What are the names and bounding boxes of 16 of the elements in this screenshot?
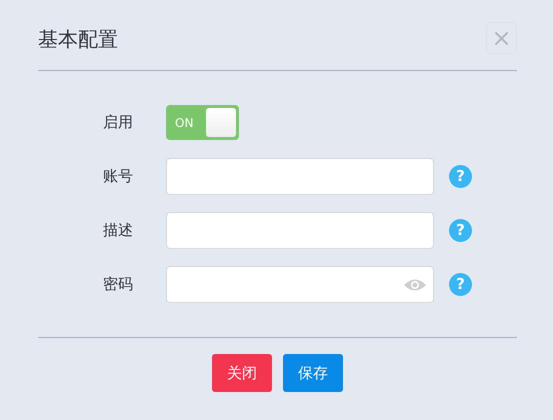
- field-label: 账号: [102, 167, 133, 186]
- field-label: 描述: [102, 221, 133, 240]
- field-label: 密码: [102, 275, 133, 294]
- password-field[interactable]: [166, 266, 434, 303]
- help-icon[interactable]: ?: [449, 219, 472, 242]
- eye-icon[interactable]: [403, 278, 427, 292]
- input-field[interactable]: [166, 212, 434, 249]
- close-button[interactable]: ×: [486, 22, 517, 54]
- close-button[interactable]: 关闭: [212, 354, 272, 392]
- help-icon[interactable]: ?: [449, 165, 472, 188]
- input-field[interactable]: [166, 158, 434, 195]
- save-button[interactable]: 保存: [283, 354, 343, 392]
- help-icon[interactable]: ?: [449, 273, 472, 296]
- toggle-switch[interactable]: ON: [166, 105, 239, 140]
- field-label: 启用: [102, 113, 133, 132]
- dialog-title: 基本配置: [38, 26, 118, 53]
